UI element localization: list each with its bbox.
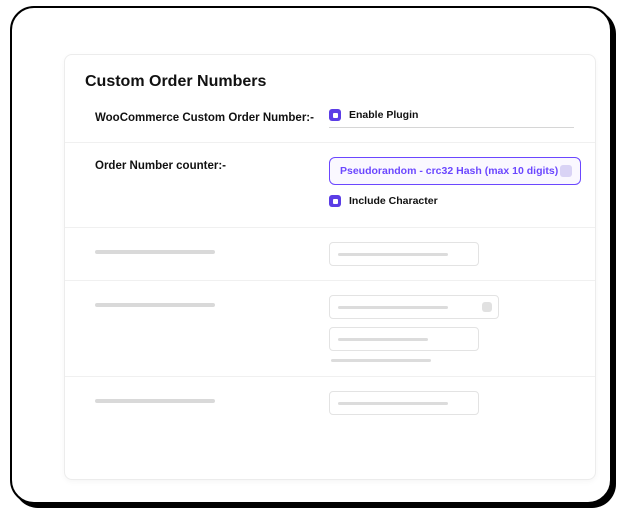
skeleton-helper-text (331, 359, 431, 362)
settings-panel: Custom Order Numbers WooCommerce Custom … (64, 54, 596, 480)
label-col (95, 295, 329, 307)
skeleton-label (95, 250, 215, 254)
include-character-checkbox-label: Include Character (349, 195, 438, 207)
skeleton-placeholder (338, 338, 428, 341)
label-col: Order Number counter:- (95, 157, 329, 175)
skeleton-text-input[interactable] (329, 327, 479, 351)
control-col (329, 242, 575, 266)
row-skeleton-3 (65, 377, 595, 429)
panel-title: Custom Order Numbers (65, 55, 595, 95)
skeleton-placeholder (338, 253, 448, 256)
check-icon (333, 113, 338, 118)
row-counter: Order Number counter:- Pseudorandom - cr… (65, 143, 595, 228)
skeleton-placeholder (338, 306, 448, 309)
control-col (329, 295, 575, 362)
label-col (95, 391, 329, 403)
checkbox-line: Include Character (329, 195, 581, 207)
select-handle-icon (482, 302, 492, 312)
label-col (95, 242, 329, 254)
include-character-checkbox[interactable] (329, 195, 341, 207)
select-handle-icon (560, 165, 572, 177)
control-col: Pseudorandom - crc32 Hash (max 10 digits… (329, 157, 581, 213)
row-skeleton-2 (65, 281, 595, 377)
skeleton-label (95, 399, 215, 403)
control-col: Enable Plugin (329, 109, 575, 128)
control-col (329, 391, 575, 415)
enable-plugin-checkbox[interactable] (329, 109, 341, 121)
enable-plugin-label: WooCommerce Custom Order Number:- (95, 111, 329, 127)
app-frame: Custom Order Numbers WooCommerce Custom … (10, 6, 612, 504)
underline (329, 127, 574, 128)
row-skeleton-1 (65, 228, 595, 281)
skeleton-text-input[interactable] (329, 391, 479, 415)
enable-plugin-checkbox-label: Enable Plugin (349, 109, 418, 121)
skeleton-label (95, 303, 215, 307)
checkbox-line: Enable Plugin (329, 109, 575, 121)
counter-select-value: Pseudorandom - crc32 Hash (max 10 digits… (340, 165, 558, 177)
row-enable-plugin: WooCommerce Custom Order Number:- Enable… (65, 95, 595, 143)
skeleton-placeholder (338, 402, 448, 405)
counter-label: Order Number counter:- (95, 159, 329, 175)
label-col: WooCommerce Custom Order Number:- (95, 109, 329, 127)
counter-select[interactable]: Pseudorandom - crc32 Hash (max 10 digits… (329, 157, 581, 185)
skeleton-text-input[interactable] (329, 242, 479, 266)
skeleton-select[interactable] (329, 295, 499, 319)
check-icon (333, 199, 338, 204)
